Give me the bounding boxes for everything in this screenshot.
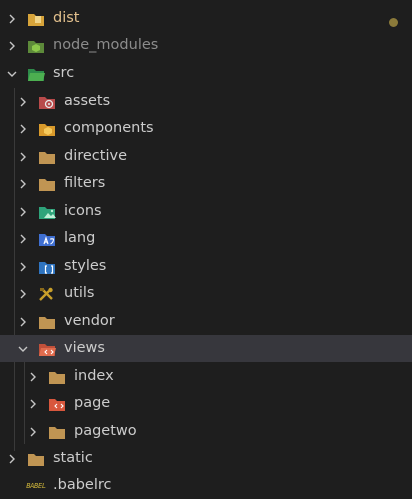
node-modules-folder-icon — [27, 38, 45, 54]
chevron-down-icon[interactable] — [16, 342, 30, 356]
folder-icon — [38, 176, 56, 192]
src-folder-open-icon — [27, 66, 45, 82]
folder-icon — [38, 314, 56, 330]
chevron-right-icon[interactable] — [16, 260, 30, 274]
tree-item-label: views — [64, 340, 105, 356]
tree-item-label: icons — [64, 203, 102, 219]
chevron-right-icon[interactable] — [26, 397, 40, 411]
chevron-right-icon[interactable] — [16, 205, 30, 219]
tree-item-label: components — [64, 120, 154, 136]
tree-item-styles[interactable]: styles — [0, 253, 412, 280]
tree-item-src[interactable]: src — [0, 60, 412, 87]
tree-item-static[interactable]: static — [0, 445, 412, 472]
tree-item-page[interactable]: page — [0, 390, 412, 417]
folder-icon — [38, 149, 56, 165]
chevron-right-icon[interactable] — [16, 287, 30, 301]
tree-item-label: node_modules — [53, 37, 159, 53]
assets-folder-icon — [38, 94, 56, 110]
chevron-right-icon[interactable] — [16, 150, 30, 164]
chevron-right-icon[interactable] — [26, 370, 40, 384]
tree-item-lang[interactable]: lang — [0, 225, 412, 252]
tree-item-label: .babelrc — [53, 477, 112, 493]
file-explorer-tree: dist node_modules src assets components … — [0, 0, 412, 498]
chevron-right-icon[interactable] — [16, 315, 30, 329]
tree-item-pagetwo[interactable]: pagetwo — [0, 418, 412, 445]
tree-item-label: index — [74, 368, 114, 384]
tree-item-label: lang — [64, 230, 96, 246]
tree-item-vendor[interactable]: vendor — [0, 308, 412, 335]
chevron-down-icon[interactable] — [5, 67, 19, 81]
tree-item-label: pagetwo — [74, 423, 137, 439]
tree-item-label: src — [53, 65, 75, 81]
utils-folder-icon — [38, 286, 56, 302]
tree-item-directive[interactable]: directive — [0, 143, 412, 170]
chevron-right-icon[interactable] — [5, 12, 19, 26]
styles-folder-icon — [38, 259, 56, 275]
chevron-right-icon[interactable] — [16, 232, 30, 246]
tree-item-views[interactable]: views — [0, 335, 412, 362]
tree-item-babelrc[interactable]: BABEL .babelrc — [0, 472, 412, 499]
babel-file-icon-text: BABEL — [26, 481, 46, 490]
folder-icon — [27, 451, 45, 467]
tree-item-label: static — [53, 450, 93, 466]
chevron-right-icon[interactable] — [5, 39, 19, 53]
tree-item-icons[interactable]: icons — [0, 198, 412, 225]
lang-folder-icon — [38, 231, 56, 247]
tree-item-assets[interactable]: assets — [0, 88, 412, 115]
views-folder-open-icon — [38, 341, 56, 357]
views-folder-icon — [48, 396, 66, 412]
images-folder-icon — [38, 204, 56, 220]
chevron-right-icon[interactable] — [26, 425, 40, 439]
tree-item-filters[interactable]: filters — [0, 170, 412, 197]
components-folder-icon — [38, 121, 56, 137]
modified-indicator-dot — [389, 18, 398, 27]
tree-item-label: styles — [64, 258, 107, 274]
tree-item-label: filters — [64, 175, 106, 191]
dist-folder-icon — [27, 11, 45, 27]
tree-item-utils[interactable]: utils — [0, 280, 412, 307]
chevron-right-icon[interactable] — [16, 177, 30, 191]
tree-item-components[interactable]: components — [0, 115, 412, 142]
tree-item-label: utils — [64, 285, 95, 301]
tree-item-label: directive — [64, 148, 127, 164]
chevron-right-icon[interactable] — [5, 452, 19, 466]
folder-icon — [48, 369, 66, 385]
folder-icon — [48, 424, 66, 440]
tree-item-label: page — [74, 395, 111, 411]
tree-item-label: assets — [64, 93, 111, 109]
babel-file-icon: BABEL — [26, 478, 46, 494]
tree-item-label: dist — [53, 10, 80, 26]
tree-item-label: vendor — [64, 313, 115, 329]
chevron-right-icon[interactable] — [16, 122, 30, 136]
tree-item-node-modules[interactable]: node_modules — [0, 32, 412, 59]
tree-item-dist[interactable]: dist — [0, 5, 412, 32]
tree-item-index[interactable]: index — [0, 363, 412, 390]
chevron-right-icon[interactable] — [16, 95, 30, 109]
